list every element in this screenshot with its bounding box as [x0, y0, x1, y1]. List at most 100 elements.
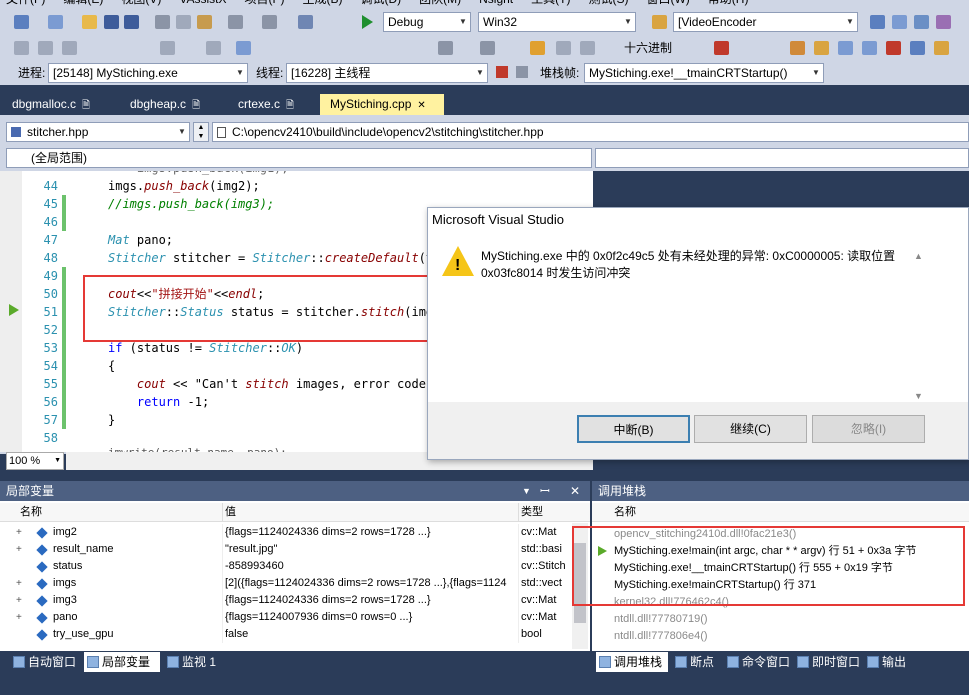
save-icon[interactable] [104, 15, 119, 29]
locals-row[interactable]: + imgs [2]({flags=1124024336 dims=2 rows=1… [0, 575, 572, 592]
bottom-tab[interactable]: 输出 [864, 652, 914, 672]
tool-icon[interactable] [838, 41, 853, 55]
menu-item[interactable]: 文件(F) [6, 0, 45, 6]
variable-value[interactable]: {flags=1124024336 dims=2 rows=1728 ...} [222, 592, 516, 609]
bottom-tab[interactable]: 监视 1 [164, 652, 226, 672]
menu-item[interactable]: 团队(M) [419, 0, 461, 6]
more-icon[interactable] [934, 41, 949, 55]
flag-icon[interactable] [496, 66, 508, 78]
expand-toggle[interactable] [16, 626, 28, 643]
zoom-select[interactable]: 100 % ▼ [6, 452, 64, 470]
callstack-row[interactable]: ntdll.dll!777806e4() [592, 628, 969, 645]
expand-toggle[interactable]: + [16, 524, 28, 541]
indent-icon[interactable] [160, 41, 175, 55]
variable-value[interactable]: -858993460 [222, 558, 516, 575]
expand-toggle[interactable]: + [16, 609, 28, 626]
navigate-icon[interactable] [298, 15, 313, 29]
solution-explorer-icon[interactable] [870, 15, 885, 29]
continue-button[interactable]: 继续(C) [694, 415, 807, 443]
zoom-icon[interactable] [814, 41, 829, 55]
expand-toggle[interactable]: + [16, 541, 28, 558]
menu-item[interactable]: 调试(D) [360, 0, 401, 6]
spin-button[interactable]: ▲ ▼ [193, 122, 209, 142]
add-item-icon[interactable] [48, 15, 63, 29]
menu-item[interactable]: 编辑(E) [63, 0, 103, 6]
breakpoint-window-icon[interactable] [714, 41, 729, 55]
ignore-button[interactable]: 忽略(I) [812, 415, 925, 443]
undo-icon[interactable] [228, 15, 243, 29]
bottom-tab[interactable]: 自动窗口 [10, 652, 80, 672]
config-select[interactable]: Debug ▼ [383, 12, 471, 32]
variable-value[interactable]: "result.jpg" [222, 541, 516, 558]
variable-value[interactable]: false [222, 626, 516, 643]
callstack-row[interactable]: ntdll.dll!77780719() [592, 611, 969, 628]
close-icon[interactable]: ✕ [570, 481, 580, 501]
tab-dbgheap[interactable]: dbgheap.c 🗎 [120, 94, 220, 115]
filter-icon[interactable] [516, 66, 528, 78]
class-view-icon[interactable] [936, 15, 951, 29]
open-file-icon[interactable] [82, 15, 97, 29]
variable-value[interactable]: {flags=1124007936 dims=0 rows=0 ...} [222, 609, 516, 626]
tab-dbgmalloc[interactable]: dbgmalloc.c 🗎 [2, 94, 112, 115]
redo-icon[interactable] [262, 15, 277, 29]
member-select[interactable] [595, 148, 969, 168]
save-all-icon[interactable] [124, 15, 139, 29]
locals-row[interactable]: + img3 {flags=1124024336 dims=2 rows=1728 … [0, 592, 572, 609]
bookmark-icon[interactable] [62, 41, 77, 55]
menu-items[interactable]: 文件(F) 编辑(E) 视图(V) VAssistX 项目(P) 生成(B) 调试(D) 团队… [6, 0, 766, 7]
menu-item[interactable]: Nsight [479, 0, 513, 6]
menu-item[interactable]: 窗口(W) [646, 0, 689, 6]
thread-select[interactable]: [16228] 主线程 ▼ [286, 63, 488, 83]
cut-icon[interactable] [155, 15, 170, 29]
stack-frame-select[interactable]: MyStiching.exe!__tmainCRTStartup() ▼ [584, 63, 824, 83]
step-over-icon[interactable] [556, 41, 571, 55]
process-select[interactable]: [25148] MyStiching.exe ▼ [48, 63, 248, 83]
menu-item[interactable]: 工具(T) [531, 0, 570, 6]
file-combo[interactable]: stitcher.hpp ▼ [6, 122, 190, 142]
pause-icon[interactable] [438, 41, 453, 55]
start-debug-icon[interactable] [362, 15, 373, 29]
bottom-tab[interactable]: 即时窗口 [794, 652, 860, 672]
step-into-icon[interactable] [530, 41, 545, 55]
locals-row[interactable]: + pano {flags=1124007936 dims=0 rows=0 ...… [0, 609, 572, 626]
tab-crtexe[interactable]: crtexe.c 🗎 [228, 94, 318, 115]
properties-icon[interactable] [892, 15, 907, 29]
pin-icon[interactable]: ꟷ [540, 481, 550, 501]
dialog-scroll-down-icon[interactable]: ▼ [914, 391, 923, 401]
chart-icon[interactable] [910, 41, 925, 55]
bottom-tab[interactable]: 局部变量 [84, 652, 160, 672]
bottom-tab[interactable]: 断点 [672, 652, 720, 672]
toolbox-icon[interactable] [914, 15, 929, 29]
bottom-tab[interactable]: 命令窗口 [724, 652, 790, 672]
col-name[interactable]: 名称 [20, 503, 220, 522]
expand-toggle[interactable]: + [16, 575, 28, 592]
find-combo[interactable]: [VideoEncoder ▼ [673, 12, 858, 32]
comment-icon[interactable] [14, 41, 29, 55]
scope-select[interactable]: (全局范围) [6, 148, 592, 168]
menu-item[interactable]: 帮助(H) [708, 0, 749, 6]
tab-mystiching[interactable]: MyStiching.cpp ✕ [320, 94, 444, 115]
menu-item[interactable]: 生成(B) [302, 0, 342, 6]
uncomment-icon[interactable] [38, 41, 53, 55]
col-value[interactable]: 值 [222, 503, 512, 522]
copy-icon[interactable] [176, 15, 191, 29]
dropdown-icon[interactable]: ▼ [522, 481, 531, 501]
col-name[interactable]: 名称 [614, 503, 914, 522]
outdent-icon[interactable] [206, 41, 221, 55]
hex-toggle[interactable]: 十六进制 [624, 39, 672, 57]
menu-item[interactable]: 视图(V) [121, 0, 161, 6]
step-out-icon[interactable] [580, 41, 595, 55]
variable-value[interactable]: [2]({flags=1124024336 dims=2 rows=1728 .… [222, 575, 516, 592]
grid-icon[interactable] [862, 41, 877, 55]
window-icon[interactable] [236, 41, 251, 55]
locals-row[interactable]: + img2 {flags=1124024336 dims=2 rows=1728 … [0, 524, 572, 541]
stop-icon[interactable] [480, 41, 495, 55]
bottom-tab[interactable]: 调用堆栈 [596, 652, 668, 672]
settings-icon[interactable] [790, 41, 805, 55]
dialog-scroll-up-icon[interactable]: ▲ [914, 251, 923, 261]
path-field[interactable]: C:\opencv2410\build\include\opencv2\stit… [212, 122, 969, 142]
locals-row[interactable]: status -858993460 cv::Stitch [0, 558, 572, 575]
expand-toggle[interactable] [16, 558, 28, 575]
expand-toggle[interactable]: + [16, 592, 28, 609]
new-project-icon[interactable] [14, 15, 29, 29]
